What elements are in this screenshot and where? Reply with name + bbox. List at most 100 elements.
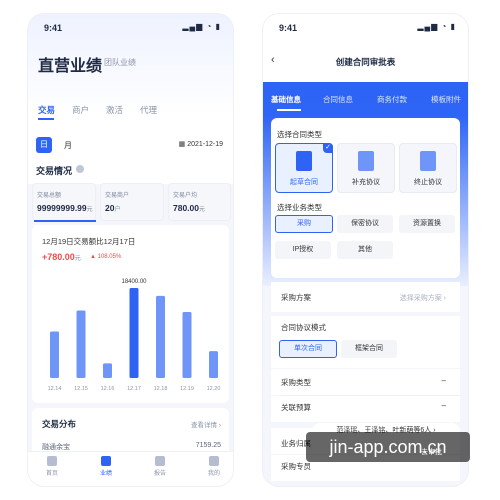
bottom-tab-bar: 首页 业绩 报告 我的 bbox=[28, 451, 233, 486]
stat-label: 交易总额 bbox=[37, 193, 62, 199]
status-icons: ▂▄▆ ◔ ▮ bbox=[182, 22, 221, 31]
stat-value: 99999999.99 bbox=[37, 203, 87, 213]
x-tick-label: 12.17 bbox=[127, 386, 141, 392]
stat-total-amount[interactable]: 交易总额 99999999.99元 bbox=[32, 183, 96, 221]
status-time: 9:41 bbox=[279, 23, 298, 33]
status-icons: ▂▄▆ ◔ ▮ bbox=[417, 22, 456, 31]
agreement-mode-single[interactable]: 单次合同 bbox=[279, 340, 337, 358]
tab-attachments[interactable]: 模板附件 bbox=[431, 94, 461, 105]
page-title: 创建合同审批表 bbox=[335, 57, 396, 67]
tabbar-home[interactable]: 首页 bbox=[38, 456, 66, 477]
tab-basic-info[interactable]: 基础信息 bbox=[271, 94, 301, 105]
view-details-link[interactable]: 查看详情 › bbox=[191, 419, 221, 429]
x-tick-label: 12.20 bbox=[207, 386, 221, 392]
tabbar-label: 我的 bbox=[207, 471, 220, 477]
right-phone-screen: 9:41 ▂▄▆ ◔ ▮ ‹ 创建合同审批表 基础信息 合同信息 商务付款 模板… bbox=[263, 14, 468, 486]
bar-12.14[interactable] bbox=[50, 331, 59, 378]
x-tick-label: 12.16 bbox=[101, 386, 115, 392]
business-type-purchase[interactable]: 采购 bbox=[275, 215, 333, 233]
stat-average[interactable]: 交易户均 780.00元 bbox=[168, 183, 231, 221]
tabbar-report[interactable]: 报告 bbox=[146, 456, 174, 477]
x-tick-label: 12.15 bbox=[74, 386, 88, 392]
contract-type-text: 补充协议 bbox=[352, 179, 380, 186]
tab-transaction[interactable]: 交易 bbox=[38, 104, 55, 116]
purchase-type-label: 采购类型 bbox=[281, 378, 311, 387]
tabbar-label: 首页 bbox=[45, 471, 58, 477]
tabbar-profile[interactable]: 我的 bbox=[200, 456, 228, 477]
contract-type-draft[interactable]: 起草合同 ✓ bbox=[275, 143, 333, 193]
chart-change-value: +780.00元 bbox=[42, 252, 81, 262]
bar-12.15[interactable] bbox=[76, 310, 86, 379]
x-tick-label: 12.19 bbox=[180, 386, 194, 392]
date-value: 2021-12-19 bbox=[187, 141, 223, 148]
purchase-type-value: – bbox=[441, 376, 446, 385]
x-tick-label: 12.14 bbox=[48, 386, 62, 392]
tabbar-performance[interactable]: 业绩 bbox=[92, 456, 120, 477]
bar-12.19[interactable] bbox=[182, 311, 192, 378]
period-day-button[interactable]: 日 bbox=[36, 137, 52, 153]
active-tab-indicator bbox=[38, 118, 54, 120]
tab-agent[interactable]: 代理 bbox=[140, 104, 157, 116]
tab-payment[interactable]: 商务付款 bbox=[377, 94, 407, 105]
stat-unit: 元 bbox=[86, 207, 93, 213]
business-type-label: 选择业务类型 bbox=[277, 203, 322, 212]
bar-12.18[interactable] bbox=[156, 295, 165, 378]
status-bar: 9:41 ▂▄▆ ◔ ▮ bbox=[28, 14, 233, 38]
purchase-type-row[interactable]: 采购类型 – bbox=[271, 369, 460, 395]
purchase-plan-row[interactable]: 采购方案 选择采购方案 › bbox=[271, 282, 460, 312]
contract-type-text: 终止协议 bbox=[414, 179, 442, 186]
left-phone-screen: 9:41 ▂▄▆ ◔ ▮ 直营业绩 团队业绩 交易 商户 激活 代理 日 月 ▦… bbox=[28, 14, 233, 486]
distribution-item-value: 7159.25 bbox=[195, 442, 221, 449]
business-type-nda[interactable]: 保密协议 bbox=[337, 215, 393, 233]
contract-type-termination[interactable]: 终止协议 bbox=[399, 143, 457, 193]
tabbar-label: 业绩 bbox=[99, 471, 112, 477]
highlight-data-label: 18400.00 bbox=[121, 279, 147, 285]
distribution-title: 交易分布 bbox=[42, 419, 77, 429]
business-type-ip[interactable]: IP授权 bbox=[275, 241, 331, 259]
purchase-plan-placeholder: 选择采购方案 › bbox=[399, 295, 446, 302]
info-icon[interactable] bbox=[76, 165, 84, 173]
page-title: 直营业绩 bbox=[38, 58, 103, 75]
stat-label: 交易户均 bbox=[173, 193, 198, 199]
tab-contract-info[interactable]: 合同信息 bbox=[323, 94, 353, 105]
document-icon bbox=[358, 151, 374, 171]
approve-button[interactable]: 去审批 bbox=[421, 447, 442, 457]
tab-activation[interactable]: 激活 bbox=[106, 104, 123, 116]
header-background bbox=[28, 14, 233, 184]
stat-label: 交易商户 bbox=[105, 193, 130, 199]
home-icon bbox=[47, 456, 57, 466]
contract-type-label: 选择合同类型 bbox=[277, 130, 322, 139]
related-budget-label: 关联预算 bbox=[281, 403, 311, 412]
business-type-other[interactable]: 其他 bbox=[337, 241, 393, 259]
related-budget-row[interactable]: 关联预算 – bbox=[271, 396, 460, 422]
report-icon bbox=[155, 456, 165, 466]
form-section-tabs: 基础信息 合同信息 商务付款 模板附件 bbox=[263, 82, 468, 116]
bar-12.20[interactable] bbox=[209, 351, 218, 378]
agreement-mode-framework[interactable]: 框架合同 bbox=[341, 340, 397, 358]
transaction-bar-chart[interactable]: 12.14 12.15 12.16 12.17 18400.00 12.18 12.19 12… bbox=[38, 270, 228, 400]
document-icon bbox=[296, 151, 312, 171]
active-tab-indicator bbox=[277, 109, 301, 111]
contract-type-supplement[interactable]: 补充协议 bbox=[337, 143, 395, 193]
bar-12.17[interactable] bbox=[129, 288, 139, 378]
chart-change-unit: 元 bbox=[74, 256, 81, 262]
tabbar-label: 报告 bbox=[153, 471, 166, 477]
date-picker[interactable]: ▦ 2021-12-19 bbox=[179, 140, 223, 148]
chart-heading: 12月19日交易额比12月17日 bbox=[42, 237, 136, 246]
stat-merchants[interactable]: 交易商户 20户 bbox=[100, 183, 164, 221]
transaction-section-title: 交易情况 bbox=[36, 166, 73, 176]
calendar-icon: ▦ bbox=[178, 141, 188, 148]
bar-12.16[interactable] bbox=[103, 363, 112, 378]
team-performance-link[interactable]: 团队业绩 bbox=[104, 57, 136, 68]
chart-change-percent: ▲ 108.05% bbox=[90, 254, 122, 260]
purchase-plan-label: 采购方案 bbox=[281, 293, 311, 302]
tab-merchant[interactable]: 商户 bbox=[72, 104, 89, 116]
document-icon bbox=[420, 151, 436, 171]
status-bar: 9:41 ▂▄▆ ◔ ▮ bbox=[263, 14, 468, 38]
related-budget-value: – bbox=[441, 401, 446, 410]
business-type-exchange[interactable]: 资源置换 bbox=[399, 215, 455, 233]
user-icon bbox=[209, 456, 219, 466]
stat-unit: 元 bbox=[199, 207, 206, 213]
period-month-button[interactable]: 月 bbox=[64, 140, 72, 151]
contract-type-text: 起草合同 bbox=[290, 179, 318, 186]
